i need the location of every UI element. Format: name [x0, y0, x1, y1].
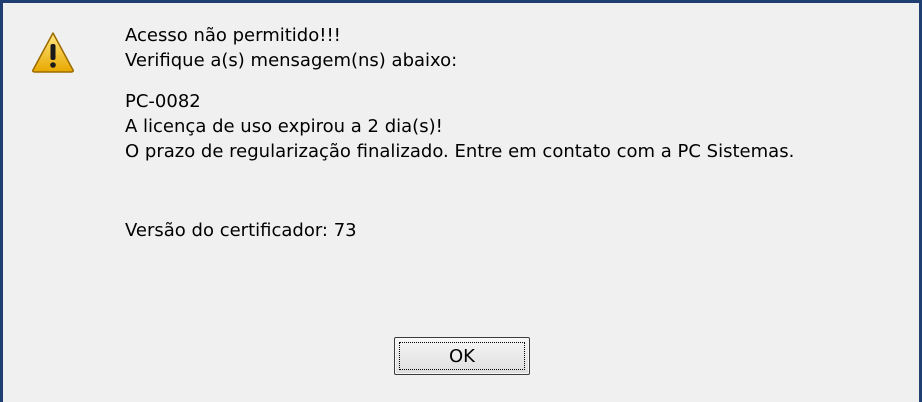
ok-button[interactable]: OK: [394, 337, 530, 375]
contact-line: O prazo de regularização finalizado. Ent…: [125, 141, 795, 162]
alert-dialog: Acesso não permitido!!! Verifique a(s) m…: [0, 0, 922, 402]
error-code: PC-0082: [125, 91, 201, 112]
license-expired-line: A licença de uso expirou a 2 dia(s)!: [125, 116, 443, 137]
message-text: Acesso não permitido!!! Verifique a(s) m…: [125, 23, 909, 243]
title-line: Acesso não permitido!!!: [125, 25, 341, 46]
ok-button-label: OK: [449, 345, 475, 367]
certifier-version: Versão do certificador: 73: [125, 220, 357, 241]
warning-icon: [31, 30, 75, 74]
instruction-line: Verifique a(s) mensagem(ns) abaixo:: [125, 50, 458, 71]
